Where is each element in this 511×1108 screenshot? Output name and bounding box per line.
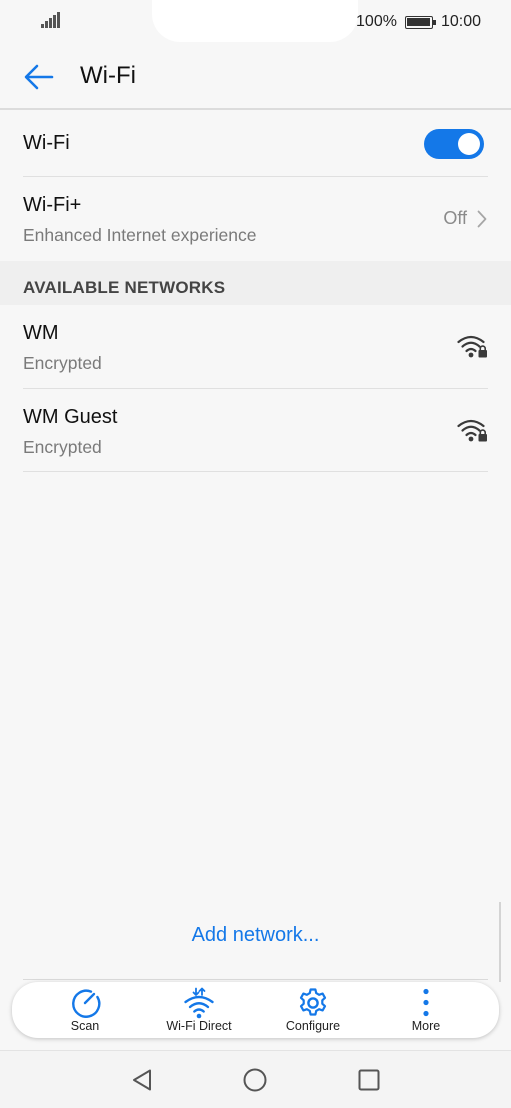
- triangle-back-icon: [133, 1069, 151, 1091]
- nav-recents-button[interactable]: [354, 1065, 384, 1095]
- wifi-toggle-label: Wi-Fi: [23, 132, 70, 154]
- toolbar-label: Scan: [70, 1019, 100, 1033]
- nav-back-button[interactable]: [127, 1065, 157, 1095]
- wifi-plus-label: Wi-Fi+: [23, 194, 82, 216]
- network-name: WM: [23, 322, 59, 344]
- switch-knob: [458, 133, 480, 155]
- wifi-plus-subtitle: Enhanced Internet experience: [23, 225, 257, 245]
- available-networks-header: AVAILABLE NETWORKS: [0, 261, 511, 305]
- display-notch: [152, 0, 358, 42]
- network-item[interactable]: WM Guest Encrypted: [0, 389, 511, 472]
- arrow-left-icon: [24, 64, 54, 90]
- wifi-direct-button[interactable]: Wi-Fi Direct: [144, 982, 254, 1038]
- network-security: Encrypted: [23, 437, 102, 457]
- scan-icon: [72, 989, 101, 1018]
- add-network-link[interactable]: Add network...: [0, 924, 511, 947]
- more-button[interactable]: More: [371, 982, 481, 1038]
- toolbar-label: Configure: [285, 1019, 341, 1033]
- scrollbar[interactable]: [499, 902, 501, 982]
- network-security: Encrypted: [23, 353, 102, 373]
- wifi-direct-icon: [184, 987, 214, 1019]
- wifi-lock-icon: [457, 335, 487, 358]
- network-item[interactable]: WM Encrypted: [0, 305, 511, 388]
- wifi-switch[interactable]: [424, 129, 484, 159]
- app-bar: Wi-Fi: [0, 42, 511, 110]
- battery-icon: [404, 15, 436, 29]
- wifi-lock-icon: [457, 419, 487, 442]
- toolbar-label: Wi-Fi Direct: [166, 1019, 232, 1033]
- divider: [23, 471, 488, 472]
- divider: [23, 979, 488, 980]
- nav-home-button[interactable]: [240, 1065, 270, 1095]
- more-vert-icon: [423, 988, 429, 1017]
- wifi-plus-value: Off: [443, 208, 467, 228]
- configure-button[interactable]: Configure: [258, 982, 368, 1038]
- back-button[interactable]: [22, 60, 56, 94]
- section-title: AVAILABLE NETWORKS: [23, 278, 226, 297]
- network-name: WM Guest: [23, 406, 118, 428]
- page-title: Wi-Fi: [80, 62, 136, 89]
- scan-button[interactable]: Scan: [30, 982, 140, 1038]
- system-navigation-bar: [0, 1050, 511, 1108]
- toolbar-label: More: [411, 1019, 441, 1033]
- chevron-right-icon: [477, 210, 487, 227]
- bottom-toolbar: Scan Wi-Fi Direct Configure More: [12, 982, 499, 1038]
- gear-icon: [299, 988, 327, 1016]
- wifi-plus-row[interactable]: Wi-Fi+ Enhanced Internet experience Off: [0, 177, 511, 261]
- circle-home-icon: [243, 1068, 267, 1092]
- square-recents-icon: [358, 1069, 380, 1091]
- signal-icon: [41, 12, 60, 28]
- clock: 10:00: [440, 13, 481, 30]
- status-bar: 100% 10:00: [0, 0, 511, 42]
- battery-percent: 100%: [356, 13, 397, 30]
- wifi-toggle-row[interactable]: Wi-Fi: [0, 111, 511, 177]
